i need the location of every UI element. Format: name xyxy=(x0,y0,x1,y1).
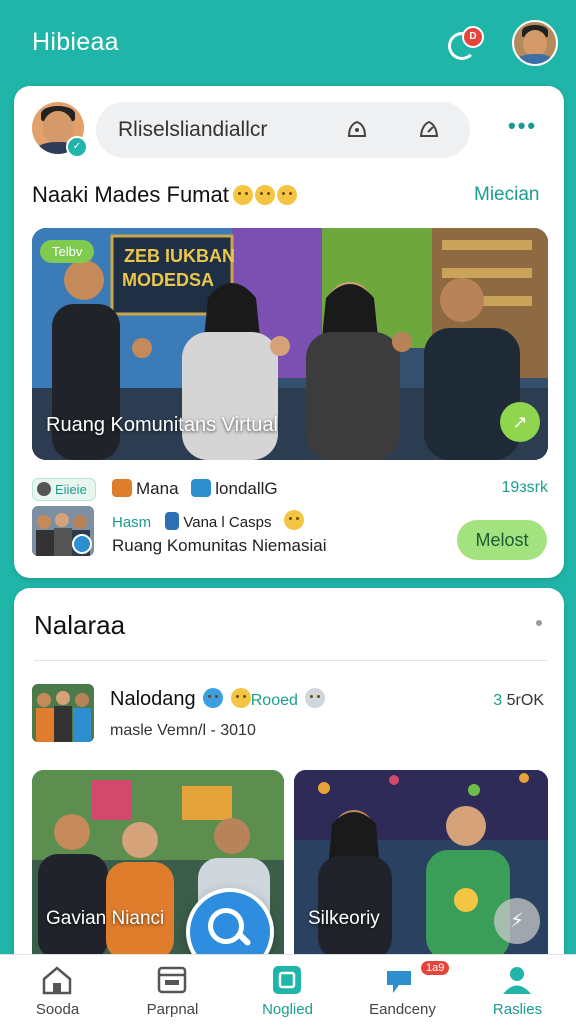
post-title-text: Naaki Mades Fumat xyxy=(32,182,229,207)
feed-count-b: 5rOK xyxy=(506,692,544,709)
notification-badge: D xyxy=(462,26,484,48)
feed-item-photo xyxy=(32,684,94,742)
flag-icon xyxy=(165,512,180,530)
profile-avatar[interactable] xyxy=(512,20,558,66)
calendar-icon xyxy=(157,966,187,994)
post-meta-row: Eiieie Mana londallG 19зsrk xyxy=(32,478,548,504)
feed-item-subtitle: masle Vemn/l - 3010 xyxy=(110,722,256,739)
feed-menu-button[interactable] xyxy=(536,620,542,626)
meta-label-2: londallG xyxy=(215,479,278,498)
chat-icon xyxy=(191,479,212,497)
search-icon-handle xyxy=(236,931,252,947)
nav-item-home[interactable]: Sooda xyxy=(0,955,115,1025)
bottom-nav: Sooda Parpnal Noglied 1a9 Eandceny Rasli… xyxy=(0,954,576,1025)
group-name[interactable]: Ruang Komunitas Niemasiai xyxy=(112,536,327,556)
hero-tag: Telbv xyxy=(40,240,95,263)
nav-label: Parpnal xyxy=(146,1001,199,1018)
follow-button[interactable]: Melost xyxy=(457,520,547,560)
emoji-icon xyxy=(232,185,253,205)
home-icon xyxy=(42,966,72,995)
bell-icon[interactable] xyxy=(416,116,442,142)
group-thumbnail[interactable] xyxy=(32,506,94,556)
tag-chip[interactable]: Eiieie xyxy=(32,478,96,501)
post-link[interactable]: Miecian xyxy=(474,184,539,206)
emoji-icon xyxy=(283,510,304,530)
group-photo xyxy=(32,506,94,556)
nav-label: Sooda xyxy=(35,1001,80,1018)
notification-button[interactable]: D xyxy=(448,26,484,60)
emoji-icon xyxy=(305,688,326,708)
tile-label: Silkeoriy xyxy=(308,908,380,929)
chat-badge: 1a9 xyxy=(421,961,450,975)
emoji-icon xyxy=(276,185,297,205)
nav-label: Eandceny xyxy=(369,1001,436,1018)
chip-label: Eiieie xyxy=(55,482,87,497)
nav-label: Noglied xyxy=(262,1001,313,1018)
game-icon xyxy=(112,479,132,497)
emoji-icon xyxy=(254,185,275,205)
post-count: 19зsrk xyxy=(501,479,548,496)
top-bar: Hibieaa D xyxy=(0,0,576,86)
feed-count-a: 3 xyxy=(493,692,503,709)
composer-placeholder: Rliselsliandiallcr xyxy=(118,118,268,141)
post-title: Naaki Mades Fumat xyxy=(32,182,297,208)
nav-item-calendar[interactable]: Parpnal xyxy=(115,955,230,1025)
group-tag-text: Vana l Casps xyxy=(183,514,272,531)
divider xyxy=(34,660,548,661)
hero-caption: Ruang Komunitans Virtual xyxy=(46,414,278,436)
profile-icon xyxy=(503,967,531,994)
nav-label: Raslies xyxy=(492,1001,543,1018)
chip-avatar-icon xyxy=(37,482,51,496)
feed-item-title-text: Nalodang xyxy=(110,688,196,710)
square-icon xyxy=(273,966,301,994)
hero-open-button[interactable]: ↗ xyxy=(500,402,540,442)
group-tag-green: Hasm xyxy=(112,514,152,531)
feed-item-title[interactable]: Nalodang Rooed xyxy=(110,688,326,711)
feed-title: Nalaraa xyxy=(34,610,126,640)
nav-item-square[interactable]: Noglied xyxy=(230,955,345,1025)
feed-item-count: 3 5rOK xyxy=(493,692,544,710)
feed-card: Nalaraa Nalodang Rooed masle Vemn/l - 30… xyxy=(14,588,564,968)
gear-icon xyxy=(203,688,224,708)
nav-item-profile[interactable]: Raslies xyxy=(460,955,575,1025)
meta-labels: Mana londallG xyxy=(112,479,278,499)
post-hero-image[interactable]: ZEB IUKBAN MODEDSA Telbv Ruang Komunitan… xyxy=(32,228,548,460)
app-title: Hibieaa xyxy=(32,28,119,56)
nav-item-chat[interactable]: 1a9 Eandceny xyxy=(345,955,460,1025)
feed-tile[interactable]: Silkeoriy ⚡ xyxy=(294,770,548,960)
lock-icon[interactable] xyxy=(344,116,370,142)
meta-label-1: Mana xyxy=(136,479,179,498)
verified-icon: ✓ xyxy=(66,136,88,158)
post-card: ✓ Rliselsliandiallcr ••• Naaki Mades Fum… xyxy=(14,86,564,578)
group-tags: Hasm Vana l Casps xyxy=(112,510,304,531)
feed-item-tag: Rooed xyxy=(250,692,298,709)
post-composer-input[interactable]: Rliselsliandiallcr xyxy=(96,102,470,158)
emoji-icon xyxy=(230,688,251,708)
emoji-reactions xyxy=(231,182,297,208)
tile-label: Gavian Nianci xyxy=(46,908,165,929)
more-options-button[interactable]: ••• xyxy=(508,115,537,137)
chat-icon xyxy=(387,971,411,993)
flash-icon[interactable]: ⚡ xyxy=(494,898,540,944)
feed-item-thumbnail[interactable] xyxy=(32,684,94,742)
svg-text:ZEB IUKBAN: ZEB IUKBAN xyxy=(124,246,235,266)
svg-text:MODEDSA: MODEDSA xyxy=(122,270,214,290)
